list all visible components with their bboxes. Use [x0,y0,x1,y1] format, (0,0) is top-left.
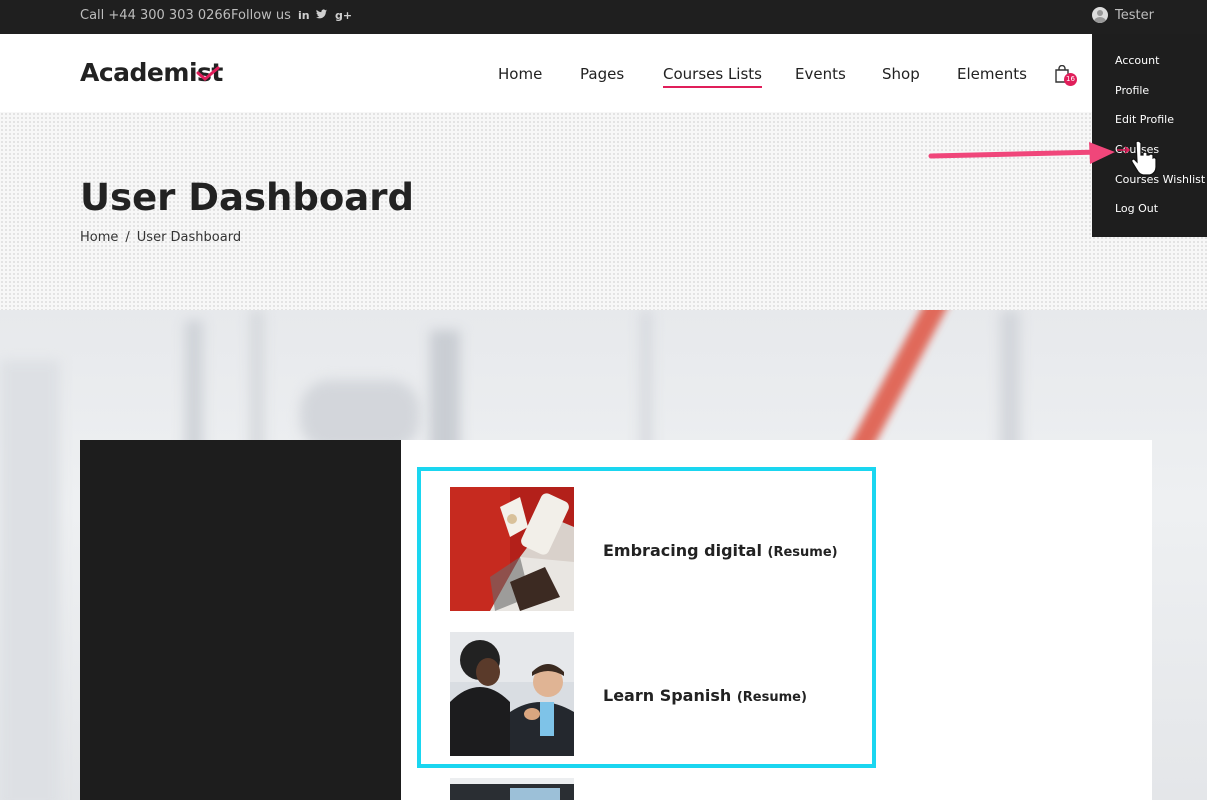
course-thumbnail[interactable] [450,778,574,800]
menu-item-profile[interactable]: Profile [1115,84,1149,97]
menu-item-edit-profile[interactable]: Edit Profile [1115,113,1174,126]
user-account-toggle[interactable]: Tester [1092,7,1154,23]
nav-pages[interactable]: Pages [580,65,624,83]
dashboard-sidebar [80,440,401,800]
linkedin-icon[interactable]: in [298,9,310,22]
nav-home[interactable]: Home [498,65,542,83]
phone-number: Call +44 300 303 0266 [80,8,231,23]
twitter-icon[interactable] [316,9,327,22]
nav-events[interactable]: Events [795,65,846,83]
breadcrumb-separator: / [125,230,130,245]
courses-highlight-frame [417,467,876,768]
follow-us-label: Follow us [231,8,291,23]
cart-count-badge: 16 [1064,73,1077,86]
annotation-arrow-icon [928,140,1157,176]
nav-courses-lists[interactable]: Courses Lists [663,65,762,88]
top-bar: Call +44 300 303 0266 Follow us in g+ Te… [0,0,1207,34]
page-title: User Dashboard [80,176,414,219]
menu-item-account[interactable]: Account [1115,54,1159,67]
course-image [450,778,574,800]
user-name: Tester [1115,7,1154,23]
avatar [1092,7,1108,23]
nav-shop[interactable]: Shop [882,65,920,83]
hand-cursor-icon [1131,140,1157,176]
checkmark-icon [196,66,220,81]
menu-item-log-out[interactable]: Log Out [1115,202,1158,215]
user-dropdown-menu: Account Profile Edit Profile Courses Cou… [1092,34,1207,237]
breadcrumb-home[interactable]: Home [80,230,118,245]
breadcrumb: Home / User Dashboard [80,230,241,245]
breadcrumb-current: User Dashboard [136,230,242,245]
nav-elements[interactable]: Elements [957,65,1027,83]
main-header: Academist Home Pages Courses Lists Event… [0,34,1207,112]
googleplus-icon[interactable]: g+ [335,9,352,22]
